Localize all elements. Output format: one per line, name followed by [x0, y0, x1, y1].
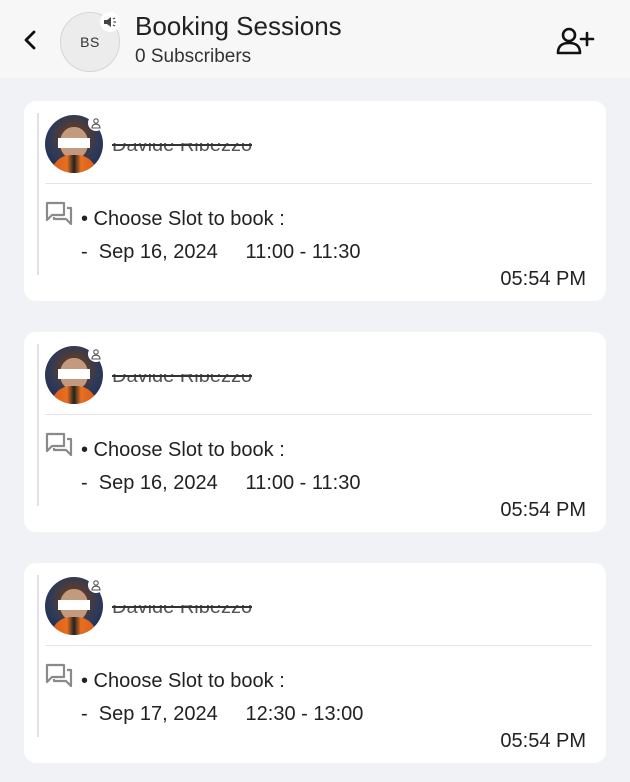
message-line-1: • Choose Slot to book :: [81, 208, 285, 230]
message-line-2: - Sep 16, 2024 11:00 - 11:30: [81, 472, 361, 494]
chat-icon: [45, 663, 73, 688]
message-line-2: - Sep 16, 2024 11:00 - 11:30: [81, 241, 361, 263]
page-title: Booking Sessions: [135, 11, 342, 41]
chevron-left-icon: [24, 30, 36, 50]
divider: [45, 183, 592, 184]
channel-avatar[interactable]: BS: [60, 12, 120, 72]
message-card[interactable]: Davide Ribezzo • Choose Slot to book : -…: [24, 332, 606, 532]
thread-rail: [37, 344, 39, 506]
divider: [45, 414, 592, 415]
message-timestamp: 05:54 PM: [500, 499, 586, 521]
megaphone-icon: [100, 12, 120, 32]
redaction-bar: [58, 369, 90, 379]
person-icon: [88, 346, 104, 362]
message-card[interactable]: Davide Ribezzo • Choose Slot to book : -…: [24, 563, 606, 763]
thread-rail: [37, 575, 39, 737]
divider: [45, 645, 592, 646]
person-icon: [88, 577, 104, 593]
thread-rail: [37, 113, 39, 275]
message-timestamp: 05:54 PM: [500, 268, 586, 290]
redaction-bar: [58, 138, 90, 148]
message-line-2: - Sep 17, 2024 12:30 - 13:00: [81, 703, 364, 725]
message-line-1: • Choose Slot to book :: [81, 439, 285, 461]
channel-avatar-initials: BS: [80, 34, 100, 50]
redaction-bar: [58, 600, 90, 610]
person-icon: [88, 115, 104, 131]
back-button[interactable]: [14, 24, 46, 56]
chat-icon: [45, 432, 73, 457]
chat-icon: [45, 201, 73, 226]
message-timestamp: 05:54 PM: [500, 730, 586, 752]
message-card[interactable]: Davide Ribezzo • Choose Slot to book : -…: [24, 101, 606, 301]
message-line-1: • Choose Slot to book :: [81, 670, 285, 692]
person-add-icon: [556, 27, 595, 55]
subscriber-count: 0 Subscribers: [135, 46, 252, 67]
add-subscriber-button[interactable]: [554, 24, 598, 58]
app-header: BS Booking Sessions 0 Subscribers: [0, 0, 630, 78]
